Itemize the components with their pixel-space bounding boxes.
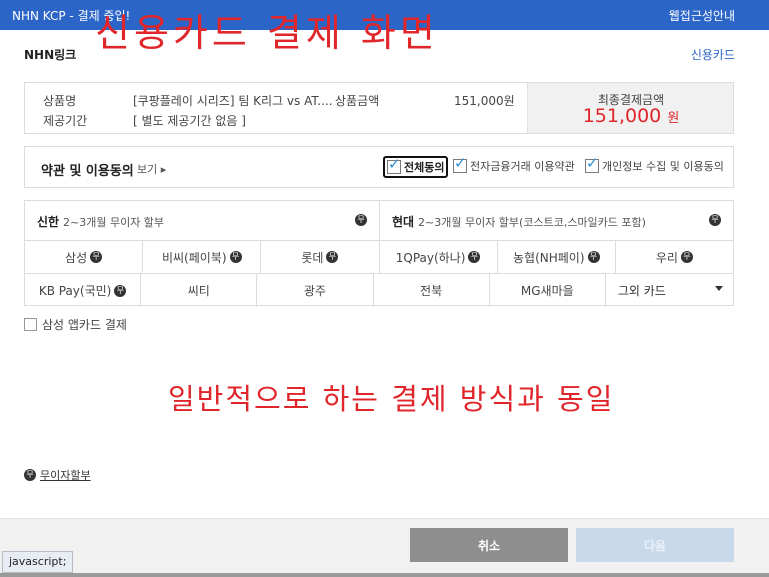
terms-view-link[interactable]: 보기 ▸ xyxy=(137,161,166,177)
order-summary: 상품명 [쿠팡플레이 시리즈] 팀 K리그 vs AT.... 상품금액 151… xyxy=(24,82,734,134)
card-name: 농협(NH페이) xyxy=(513,250,585,265)
no-interest-link-label: 무이자할부 xyxy=(40,469,91,482)
card-samsung[interactable]: 삼성 무 xyxy=(25,241,142,273)
other-cards-select[interactable]: 그외 카드 xyxy=(604,274,733,307)
checkbox-box: ✓ xyxy=(453,154,467,173)
card-gwangju[interactable]: 광주 xyxy=(256,274,372,307)
no-interest-badge-icon: 무 xyxy=(114,284,127,297)
card-name: KB Pay(국민) xyxy=(38,284,112,298)
annotation-subtitle: 일반적으로 하는 결제 방식과 동일 xyxy=(168,382,615,416)
agree-ecommerce-label: 전자금융거래 이용약관 xyxy=(470,160,575,173)
card-name: MG새마을 xyxy=(520,284,574,298)
cards-row-3: KB Pay(국민) 무 씨티 광주 전북 MG새마을 그외 카드 xyxy=(25,274,733,307)
no-interest-badge-icon: 무 xyxy=(709,214,721,226)
card-desc: 2~3개월 무이자 할부(코스트코,스마일카드 포함) xyxy=(418,216,646,229)
card-name: 1QPay(하나) xyxy=(395,250,466,265)
card-citi[interactable]: 씨티 xyxy=(140,274,256,307)
total-value: 151,000 원 xyxy=(528,105,734,127)
status-bar: javascript; xyxy=(2,551,74,573)
amount-value: 151,000원 xyxy=(454,94,515,108)
card-kb[interactable]: KB Pay(국민) 무 xyxy=(25,274,140,307)
checkbox-box xyxy=(24,318,37,331)
no-interest-badge-icon: 무 xyxy=(680,251,693,263)
no-interest-badge-icon: 무 xyxy=(326,251,339,263)
amount-label: 상품금액 xyxy=(335,94,380,108)
samsung-app-card-checkbox[interactable]: 삼성 앱카드 결제 xyxy=(24,316,127,333)
card-lotte[interactable]: 롯데 무 xyxy=(260,241,378,273)
footer-bar: 취소 다음 xyxy=(0,518,769,573)
merchant-name: NHN링크 xyxy=(24,48,77,62)
checkbox-box: ✓ xyxy=(585,154,599,173)
card-mg[interactable]: MG새마을 xyxy=(488,274,605,307)
total-unit: 원 xyxy=(667,111,680,126)
check-icon: ✓ xyxy=(586,154,599,172)
agree-privacy-label: 개인정보 수집 및 이용동의 xyxy=(602,160,724,173)
product-label: 상품명 xyxy=(43,94,77,108)
card-selection-grid: 신한 2~3개월 무이자 할부 무 현대 2~3개월 무이자 할부(코스트코,스… xyxy=(24,200,734,307)
checkbox-box: ✓ xyxy=(387,155,401,174)
no-interest-badge-icon: 무 xyxy=(90,251,103,263)
card-name: 광주 xyxy=(303,284,326,298)
agree-all-checkbox[interactable]: ✓ 전체동의 xyxy=(383,155,449,178)
no-interest-link[interactable]: 무 무이자할부 xyxy=(24,467,91,483)
agree-all-label: 전체동의 xyxy=(404,161,445,174)
card-bc[interactable]: 비씨(페이북) 무 xyxy=(142,241,260,273)
card-name: 비씨(페이북) xyxy=(161,250,227,265)
card-name: 현대 xyxy=(392,215,415,229)
period-label: 제공기간 xyxy=(43,114,88,128)
no-interest-badge-icon: 무 xyxy=(468,251,481,263)
card-name: 전북 xyxy=(420,284,443,298)
accessibility-link[interactable]: 웹접근성안내 xyxy=(669,7,735,24)
cards-row-2: 삼성 무 비씨(페이북) 무 롯데 무 1QPay(하나) 무 농협(NH페이) 무 우리… xyxy=(25,241,733,274)
agree-ecommerce-checkbox[interactable]: ✓ 전자금융거래 이용약관 xyxy=(453,154,575,174)
agree-privacy-checkbox[interactable]: ✓ 개인정보 수집 및 이용동의 xyxy=(585,154,724,174)
period-value: [ 별도 제공기간 없음 ] xyxy=(133,114,246,128)
card-desc: 2~3개월 무이자 할부 xyxy=(63,216,165,229)
card-name: 롯데 xyxy=(301,250,324,265)
card-name: 우리 xyxy=(655,250,678,265)
card-shinhan[interactable]: 신한 2~3개월 무이자 할부 무 xyxy=(25,201,379,240)
no-interest-badge-icon: 무 xyxy=(229,251,242,263)
featured-cards-row: 신한 2~3개월 무이자 할부 무 현대 2~3개월 무이자 할부(코스트코,스… xyxy=(25,201,733,241)
card-nh[interactable]: 농협(NH페이) 무 xyxy=(496,241,615,273)
payment-method-label: 신용카드 xyxy=(690,48,735,62)
card-woori[interactable]: 우리 무 xyxy=(614,241,733,273)
background-page-strip xyxy=(0,573,769,577)
no-interest-badge-icon: 무 xyxy=(587,251,600,263)
no-interest-badge-icon: 무 xyxy=(24,469,36,481)
terms-section: 약관 및 이용동의 보기 ▸ ✓ 전체동의 ✓ 전자금융거래 이용약관 ✓ 개인… xyxy=(24,146,734,188)
cancel-button[interactable]: 취소 xyxy=(410,528,568,562)
next-button[interactable]: 다음 xyxy=(576,528,734,562)
card-name: 신한 xyxy=(37,215,60,229)
select-value: 그외 카드 xyxy=(617,284,666,298)
card-jeonbuk[interactable]: 전북 xyxy=(372,274,489,307)
product-value: [쿠팡플레이 시리즈] 팀 K리그 vs AT.... xyxy=(133,94,333,108)
check-icon: ✓ xyxy=(388,155,401,173)
samsung-app-card-label: 삼성 앱카드 결제 xyxy=(42,318,127,332)
total-box: 최종결제금액 151,000 원 xyxy=(527,83,733,133)
annotation-title: 신용카드 결제 화면 xyxy=(95,11,439,55)
card-hyundai[interactable]: 현대 2~3개월 무이자 할부(코스트코,스마일카드 포함) 무 xyxy=(379,201,733,240)
card-name: 삼성 xyxy=(65,250,88,265)
chevron-down-icon xyxy=(715,286,724,291)
check-icon: ✓ xyxy=(454,154,467,172)
terms-title: 약관 및 이용동의 xyxy=(41,164,134,179)
total-amount: 151,000 xyxy=(582,105,662,127)
card-name: 씨티 xyxy=(187,284,210,298)
no-interest-badge-icon: 무 xyxy=(355,214,367,226)
card-hana[interactable]: 1QPay(하나) 무 xyxy=(378,241,497,273)
